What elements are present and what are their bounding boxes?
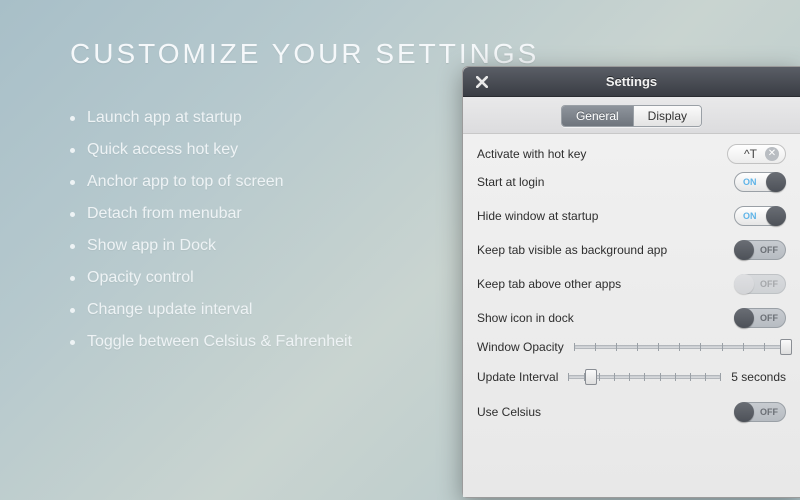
celsius-toggle[interactable]: OFF <box>734 402 786 422</box>
titlebar: Settings <box>463 67 800 97</box>
list-item: Launch app at startup <box>70 102 352 134</box>
hotkey-clear-button[interactable]: ✕ <box>765 147 779 161</box>
hotkey-value: ^T <box>744 147 757 161</box>
list-item: Anchor app to top of screen <box>70 166 352 198</box>
toggle-knob <box>734 402 754 422</box>
panel-title: Settings <box>606 74 657 89</box>
hotkey-field[interactable]: ^T ✕ <box>727 144 786 164</box>
above-apps-toggle[interactable]: OFF <box>734 274 786 294</box>
list-item: Opacity control <box>70 262 352 294</box>
dock-icon-label: Show icon in dock <box>477 311 574 325</box>
settings-panel: Settings General Display Activate with h… <box>462 66 800 498</box>
list-item: Detach from menubar <box>70 198 352 230</box>
close-icon <box>476 76 488 88</box>
settings-content: Activate with hot key ^T ✕ Start at logi… <box>463 134 800 497</box>
list-item: Show app in Dock <box>70 230 352 262</box>
above-apps-label: Keep tab above other apps <box>477 277 621 291</box>
bg-app-label: Keep tab visible as background app <box>477 243 667 257</box>
celsius-label: Use Celsius <box>477 405 541 419</box>
start-login-label: Start at login <box>477 175 544 189</box>
bg-app-toggle[interactable]: OFF <box>734 240 786 260</box>
toggle-knob <box>766 172 786 192</box>
interval-slider[interactable] <box>568 368 721 386</box>
toggle-knob <box>766 206 786 226</box>
hide-startup-label: Hide window at startup <box>477 209 598 223</box>
toggle-knob <box>734 240 754 260</box>
tabs: General Display <box>463 97 800 134</box>
start-login-toggle[interactable]: ON <box>734 172 786 192</box>
list-item: Change update interval <box>70 294 352 326</box>
slider-thumb[interactable] <box>585 369 597 385</box>
dock-icon-toggle[interactable]: OFF <box>734 308 786 328</box>
close-button[interactable] <box>473 73 491 91</box>
opacity-slider[interactable] <box>574 338 786 356</box>
tab-display[interactable]: Display <box>633 106 701 126</box>
toggle-knob <box>734 274 754 294</box>
list-item: Toggle between Celsius & Fahrenheit <box>70 326 352 358</box>
list-item: Quick access hot key <box>70 134 352 166</box>
slider-thumb[interactable] <box>780 339 792 355</box>
hide-startup-toggle[interactable]: ON <box>734 206 786 226</box>
interval-value: 5 seconds <box>731 370 786 384</box>
hotkey-label: Activate with hot key <box>477 147 586 161</box>
toggle-knob <box>734 308 754 328</box>
interval-label: Update Interval <box>477 370 558 384</box>
feature-list: Launch app at startup Quick access hot k… <box>70 102 352 358</box>
opacity-label: Window Opacity <box>477 340 564 354</box>
tab-general[interactable]: General <box>562 106 633 126</box>
